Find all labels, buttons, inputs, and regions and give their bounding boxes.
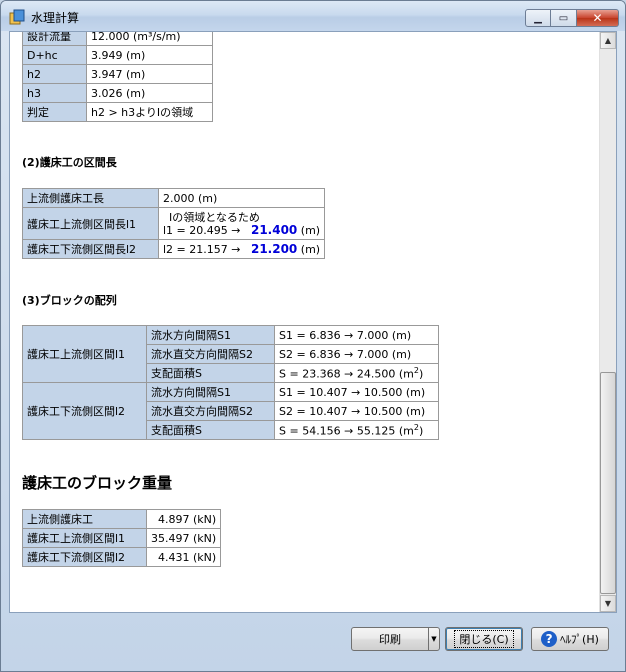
row-value: S2 = 10.407 → 10.500 (m) xyxy=(274,401,439,421)
calc-text: l2 = 21.157 → xyxy=(163,243,241,256)
table-row: 護床工下流側区間l2 流水方向間隔S1 S1 = 10.407 → 10.500… xyxy=(22,382,439,440)
section-length-table: 上流側護床工長 2.000 (m) 護床工上流側区間長l1 Ⅰの領域となるため … xyxy=(22,188,326,259)
table-row: 設計流量 12.000 (m³/s/m) xyxy=(22,32,213,46)
value-text: S = 23.368 → 24.500 (m xyxy=(279,367,414,381)
table-row: 護床工上流側区間l1 流水方向間隔S1 S1 = 6.836 → 7.000 (… xyxy=(22,325,439,383)
row-label: 流水方向間隔S1 xyxy=(146,382,275,402)
report-document: 設計流量 12.000 (m³/s/m) D+hc 3.949 (m) h2 3.94… xyxy=(10,32,601,612)
row-value: 2.000 (m) xyxy=(157,188,326,208)
block-weight-table: 上流側護床工 4.897 (kN) 護床工上流側区間l1 35.497 (kN) 護… xyxy=(22,509,222,567)
block-weight-heading: 護床工のブロック重量 xyxy=(22,474,173,492)
row-label: 流水直交方向間隔S2 xyxy=(146,401,275,421)
minimize-button[interactable]: ▁ xyxy=(525,9,551,27)
close-icon: ✕ xyxy=(592,11,603,25)
help-label: ﾍﾙﾌﾟ(H) xyxy=(560,633,599,646)
report-view: 設計流量 12.000 (m³/s/m) D+hc 3.949 (m) h2 3.94… xyxy=(9,31,617,613)
row-label: 上流側護床工長 xyxy=(22,188,159,208)
table-row: h2 3.947 (m) xyxy=(22,64,213,84)
close-button[interactable]: 閉じる(C) xyxy=(445,627,523,651)
window-title: 水理計算 xyxy=(31,11,80,25)
minimize-icon: ▁ xyxy=(534,12,542,24)
table-row: 判定 h2 > h3よりⅠの領域 xyxy=(22,102,213,122)
scroll-thumb[interactable] xyxy=(600,372,616,594)
section-title-2: (2)護床工の区間長 xyxy=(22,156,117,169)
row-value: l2 = 21.157 → 21.200 (m) xyxy=(157,239,326,259)
unit-text: (m) xyxy=(300,223,321,237)
maximize-icon: ▭ xyxy=(558,12,569,24)
row-value: 4.431 (kN) xyxy=(145,547,222,567)
row-label: 判定 xyxy=(22,102,87,122)
calc-text: l1 = 20.495 → xyxy=(163,223,241,237)
scroll-down-button[interactable]: ▼ xyxy=(600,595,616,612)
row-label: 設計流量 xyxy=(22,32,87,46)
row-value: h2 > h3よりⅠの領域 xyxy=(86,102,213,122)
row-value: S = 23.368 → 24.500 (m2) xyxy=(274,363,439,383)
row-value: S1 = 10.407 → 10.500 (m) xyxy=(274,382,439,402)
vertical-scrollbar[interactable]: ▲ ▼ xyxy=(599,32,616,612)
row-value: 3.949 (m) xyxy=(86,45,213,65)
group-label: 護床工下流側区間l2 xyxy=(22,382,147,440)
app-icon xyxy=(9,9,25,25)
row-label: 流水直交方向間隔S2 xyxy=(146,344,275,364)
print-button[interactable]: 印刷 xyxy=(351,627,429,651)
row-label: 護床工下流側区間長l2 xyxy=(22,239,159,259)
row-value: Ⅰの領域となるため l1 = 20.495 → 21.400 (m) xyxy=(157,207,326,240)
print-label: 印刷 xyxy=(379,633,401,646)
row-label: 護床工上流側区間長l1 xyxy=(22,207,159,240)
row-label: 流水方向間隔S1 xyxy=(146,325,275,345)
unit-text: (m) xyxy=(300,243,321,256)
help-button[interactable]: ? ﾍﾙﾌﾟ(H) xyxy=(531,627,609,651)
arrow-up-icon: ▲ xyxy=(604,36,612,45)
row-value: 3.026 (m) xyxy=(86,83,213,103)
row-label: 支配面積S xyxy=(146,363,275,383)
table-row: h3 3.026 (m) xyxy=(22,83,213,103)
table-row: 上流側護床工 4.897 (kN) xyxy=(22,509,222,529)
maximize-button[interactable]: ▭ xyxy=(551,9,577,27)
row-label: 上流側護床工 xyxy=(22,509,147,529)
row-label: 護床工上流側区間l1 xyxy=(22,528,147,548)
result-value: 21.200 xyxy=(250,242,298,256)
dropdown-arrow-icon: ▼ xyxy=(431,635,437,643)
row-value: S = 54.156 → 55.125 (m2) xyxy=(274,420,439,440)
row-value: S1 = 6.836 → 7.000 (m) xyxy=(274,325,439,345)
scroll-up-button[interactable]: ▲ xyxy=(600,32,616,49)
arrow-down-icon: ▼ xyxy=(604,599,612,608)
block-arrangement-table: 護床工上流側区間l1 流水方向間隔S1 S1 = 6.836 → 7.000 (… xyxy=(22,325,439,440)
row-value: 12.000 (m³/s/m) xyxy=(86,32,213,46)
result-value: 21.400 xyxy=(250,222,298,237)
table-row: 護床工下流側区間l2 4.431 (kN) xyxy=(22,547,222,567)
value-text: S = 54.156 → 55.125 (m xyxy=(279,424,414,438)
row-label: h3 xyxy=(22,83,87,103)
help-icon: ? xyxy=(541,631,558,647)
row-value: S2 = 6.836 → 7.000 (m) xyxy=(274,344,439,364)
value-tail: ) xyxy=(418,367,424,381)
row-label: h2 xyxy=(22,64,87,84)
title-bar[interactable]: 水理計算 ▁ ▭ ✕ xyxy=(1,1,625,31)
table-row: 護床工上流側区間長l1 Ⅰの領域となるため l1 = 20.495 → 21.4… xyxy=(22,207,326,240)
value-tail: ) xyxy=(418,424,424,438)
table-row: 護床工上流側区間l1 35.497 (kN) xyxy=(22,528,222,548)
row-label: D+hc xyxy=(22,45,87,65)
table-row: 上流側護床工長 2.000 (m) xyxy=(22,188,326,208)
row-value: 3.947 (m) xyxy=(86,64,213,84)
row-value: 35.497 (kN) xyxy=(145,528,222,548)
row-label: 支配面積S xyxy=(146,420,275,440)
table-row: 護床工下流側区間長l2 l2 = 21.157 → 21.200 (m) xyxy=(22,239,326,259)
row-value: 4.897 (kN) xyxy=(145,509,222,529)
row-label: 護床工下流側区間l2 xyxy=(22,547,147,567)
flow-table: 設計流量 12.000 (m³/s/m) D+hc 3.949 (m) h2 3.94… xyxy=(22,32,213,122)
section-title-3: (3)ブロックの配列 xyxy=(22,294,117,307)
dialog-window: 水理計算 ▁ ▭ ✕ 設計流量 12.000 (m³/s/m) D+hc 3.949… xyxy=(0,0,626,672)
print-options-button[interactable]: ▼ xyxy=(428,627,440,651)
button-bar: 印刷 ▼ 閉じる(C) ? ﾍﾙﾌﾟ(H) xyxy=(1,613,625,671)
close-label: 閉じる(C) xyxy=(454,630,514,648)
close-window-button[interactable]: ✕ xyxy=(577,9,619,27)
group-label: 護床工上流側区間l1 xyxy=(22,325,147,383)
table-row: D+hc 3.949 (m) xyxy=(22,45,213,65)
